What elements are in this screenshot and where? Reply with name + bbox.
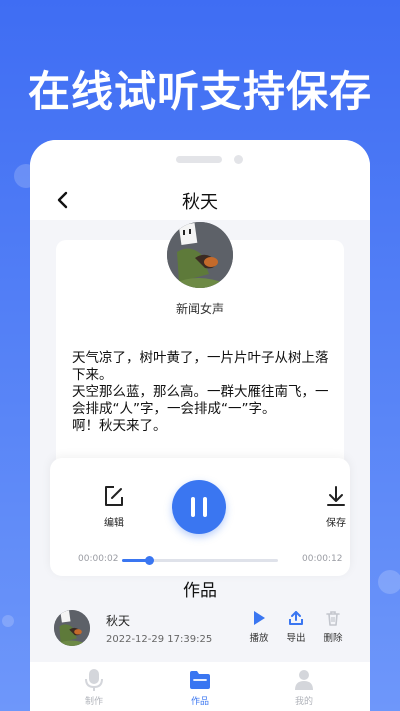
background-decoration [2, 615, 14, 627]
current-time: 00:00:02 [78, 554, 119, 564]
play-button[interactable]: 播放 [244, 610, 274, 644]
voice-name: 新闻女声 [175, 302, 224, 316]
pause-button[interactable] [172, 480, 226, 534]
play-icon [254, 611, 265, 625]
background-decoration [378, 570, 400, 594]
tab-make[interactable]: 制作 [64, 668, 124, 707]
save-button[interactable]: 保存 [316, 484, 356, 529]
edit-icon [105, 486, 123, 506]
article-paragraph: 天空那么蓝，那么高。一群大雁往南飞，一会排成“人”字，一会排成“一”字。 [72, 384, 329, 417]
pause-icon [203, 497, 207, 517]
progress-knob[interactable] [144, 556, 154, 565]
tab-label: 制作 [84, 697, 103, 707]
user-icon [295, 670, 313, 690]
upload-icon [289, 611, 303, 625]
works-section-title: 作品 [183, 581, 217, 601]
article-paragraph: 啊！秋天来了。 [72, 418, 167, 434]
nav-bar: 秋天 [30, 182, 370, 220]
phone-speaker [176, 156, 222, 163]
progress-slider[interactable] [122, 556, 278, 565]
phone-top-bezel [30, 140, 370, 182]
bottom-tab-bar: 制作 作品 我的 [30, 662, 370, 711]
download-icon [327, 486, 345, 506]
audio-player: 编辑 保存 00:00:02 00:00:12 [50, 458, 350, 576]
edit-button[interactable]: 编辑 [94, 484, 134, 529]
delete-button[interactable]: 删除 [318, 610, 348, 644]
save-label: 保存 [326, 518, 346, 529]
promo-headline: 在线试听支持保存 [27, 67, 372, 116]
export-button[interactable]: 导出 [281, 610, 311, 644]
page-title: 秋天 [182, 192, 218, 213]
avatar-illustration [54, 610, 90, 646]
tab-works[interactable]: 作品 [170, 668, 230, 707]
trash-icon [326, 611, 340, 626]
pause-icon [191, 497, 195, 517]
play-label: 播放 [249, 633, 269, 644]
work-date: 2022-12-29 17:39:25 [106, 634, 213, 645]
tab-label: 我的 [294, 697, 313, 707]
phone-frame: 秋天 新闻女声 天气凉了，树叶黄了，一片片叶子从树上落下来。 天空那么蓝，那么高… [30, 140, 370, 711]
microphone-icon [85, 669, 103, 691]
tab-mine[interactable]: 我的 [274, 668, 334, 707]
total-time: 00:00:12 [302, 554, 343, 564]
avatar-illustration [167, 222, 233, 288]
list-item[interactable]: 秋天 2022-12-29 17:39:25 播放 导出 删除 [46, 602, 354, 654]
delete-label: 删除 [323, 633, 343, 644]
folder-icon [190, 671, 210, 689]
edit-label: 编辑 [104, 518, 124, 529]
phone-camera [234, 155, 243, 164]
export-label: 导出 [286, 633, 306, 644]
work-thumbnail [54, 610, 90, 646]
work-name: 秋天 [106, 614, 131, 628]
tab-label: 作品 [190, 697, 209, 707]
article-text: 天气凉了，树叶黄了，一片片叶子从树上落下来。 天空那么蓝，那么高。一群大雁往南飞… [72, 350, 330, 435]
article-paragraph: 天气凉了，树叶黄了，一片片叶子从树上落下来。 [72, 350, 329, 383]
voice-avatar [167, 222, 233, 288]
